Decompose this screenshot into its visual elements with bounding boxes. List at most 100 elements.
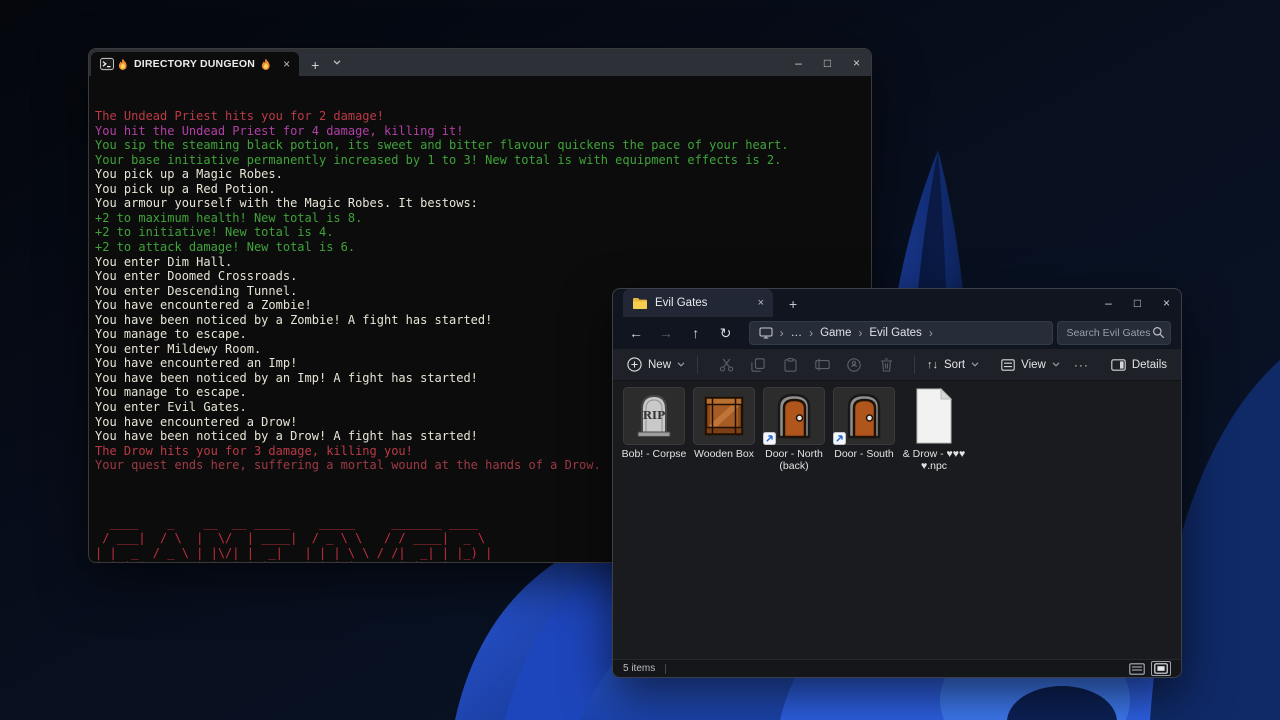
terminal-line: You enter Doomed Crossroads. xyxy=(95,269,871,284)
explorer-titlebar[interactable]: Evil Gates × + – □ × xyxy=(613,289,1181,317)
tab-close-icon[interactable]: × xyxy=(758,297,764,309)
terminal-line: You enter Dim Hall. xyxy=(95,255,871,270)
file-item-label: Door - South xyxy=(834,448,894,460)
new-button-label: New xyxy=(648,359,671,371)
large-icons-view-toggle[interactable] xyxy=(1151,661,1171,676)
terminal-line: Your base initiative permanently increas… xyxy=(95,153,871,168)
paste-icon[interactable] xyxy=(778,358,802,372)
sort-icon: ↑↓ xyxy=(927,359,938,371)
terminal-line: +2 to maximum health! New total is 8. xyxy=(95,211,871,226)
file-icon xyxy=(903,387,965,445)
svg-text:RIP: RIP xyxy=(643,409,666,422)
file-item[interactable]: RIP Bob! - Corpse xyxy=(621,387,687,460)
up-button[interactable]: ↑ xyxy=(683,325,709,341)
terminal-line: You armour yourself with the Magic Robes… xyxy=(95,196,871,211)
new-tab-button[interactable]: + xyxy=(311,57,319,73)
toolbar-divider xyxy=(697,356,698,374)
tab-close-icon[interactable]: × xyxy=(283,57,290,71)
cut-icon[interactable] xyxy=(714,358,738,372)
address-bar[interactable]: › … › Game › Evil Gates › xyxy=(749,321,1054,345)
terminal-app-icon xyxy=(100,57,114,71)
details-pane-button[interactable]: Details xyxy=(1111,359,1167,371)
folder-icon xyxy=(632,297,648,310)
explorer-navigation-bar: ← → ↑ ↻ › … › Game › Evil Gates › xyxy=(613,317,1181,349)
minimize-button[interactable]: – xyxy=(1094,289,1123,317)
breadcrumb-chevron: › xyxy=(809,326,813,340)
tab-dropdown-button[interactable] xyxy=(333,52,341,70)
chevron-down-icon xyxy=(677,362,685,367)
view-icon xyxy=(1001,359,1015,371)
terminal-line: +2 to initiative! New total is 4. xyxy=(95,225,871,240)
details-button-label: Details xyxy=(1132,359,1167,371)
breadcrumb-chevron: › xyxy=(780,326,784,340)
chevron-down-icon xyxy=(1052,362,1060,367)
this-pc-icon xyxy=(759,327,773,339)
terminal-tab-title: DIRECTORY DUNGEON xyxy=(134,58,255,70)
file-item[interactable]: Door - North(back) xyxy=(761,387,827,472)
new-plus-icon xyxy=(627,357,642,372)
file-item[interactable]: & Drow - ♥♥♥♥.npc xyxy=(901,387,967,472)
explorer-status-bar: 5 items xyxy=(613,659,1181,677)
desktop: DIRECTORY DUNGEON × + – □ × The Undead P… xyxy=(0,0,1280,720)
breadcrumb-segment-evil-gates[interactable]: Evil Gates xyxy=(869,327,921,339)
explorer-tab[interactable]: Evil Gates × xyxy=(623,289,773,317)
explorer-command-bar: New ↑↓ So xyxy=(613,349,1181,381)
breadcrumb-chevron: › xyxy=(858,326,862,340)
flame-icon xyxy=(118,58,128,71)
terminal-line: You hit the Undead Priest for 4 damage, … xyxy=(95,124,871,139)
explorer-tab-title: Evil Gates xyxy=(655,297,751,309)
terminal-line: You pick up a Magic Robes. xyxy=(95,167,871,182)
item-count: 5 items xyxy=(623,663,655,674)
forward-button[interactable]: → xyxy=(653,325,679,341)
new-button[interactable]: New xyxy=(627,357,685,372)
search-box xyxy=(1057,321,1171,345)
breadcrumb-chevron: › xyxy=(929,326,933,340)
file-item-label: Bob! - Corpse xyxy=(622,448,687,460)
breadcrumb-segment-game[interactable]: Game xyxy=(820,327,851,339)
minimize-button[interactable]: – xyxy=(784,49,813,76)
file-items-row[interactable]: RIP Bob! - Corpse Wooden Box Door - North(b… xyxy=(613,381,1181,659)
terminal-line: You sip the steaming black potion, its s… xyxy=(95,138,871,153)
details-pane-icon xyxy=(1111,359,1126,371)
back-button[interactable]: ← xyxy=(623,325,649,341)
sort-button[interactable]: ↑↓ Sort xyxy=(927,359,979,371)
close-button[interactable]: × xyxy=(842,49,871,76)
details-view-toggle[interactable] xyxy=(1127,661,1147,676)
breadcrumb-ellipsis[interactable]: … xyxy=(791,327,803,339)
new-tab-button[interactable]: + xyxy=(789,296,797,312)
flame-icon xyxy=(261,58,271,71)
crate-icon xyxy=(693,387,755,445)
rename-icon[interactable] xyxy=(810,358,834,371)
tombstone-icon: RIP xyxy=(623,387,685,445)
copy-icon[interactable] xyxy=(746,358,770,372)
status-divider xyxy=(665,664,666,674)
close-button[interactable]: × xyxy=(1152,289,1181,317)
file-item[interactable]: Door - South xyxy=(831,387,897,460)
door-icon xyxy=(763,387,825,445)
maximize-button[interactable]: □ xyxy=(813,49,842,76)
file-item-label: Wooden Box xyxy=(694,448,754,460)
terminal-line: The Undead Priest hits you for 2 damage! xyxy=(95,109,871,124)
more-options-button[interactable]: ··· xyxy=(1074,358,1089,372)
shortcut-overlay-icon xyxy=(833,432,846,445)
terminal-titlebar[interactable]: DIRECTORY DUNGEON × + – □ × xyxy=(89,49,871,76)
search-icon xyxy=(1152,326,1165,339)
file-item-label: & Drow - ♥♥♥♥.npc xyxy=(903,448,965,472)
refresh-button[interactable]: ↻ xyxy=(713,325,739,342)
share-icon[interactable] xyxy=(842,358,866,372)
view-button-label: View xyxy=(1021,359,1046,371)
terminal-line: You pick up a Red Potion. xyxy=(95,182,871,197)
toolbar-divider xyxy=(914,356,915,374)
delete-icon[interactable] xyxy=(874,358,898,372)
view-button[interactable]: View xyxy=(1001,359,1060,371)
file-explorer-window: Evil Gates × + – □ × ← → ↑ ↻ › … › Gam xyxy=(612,288,1182,678)
file-item[interactable]: Wooden Box xyxy=(691,387,757,460)
terminal-line: +2 to attack damage! New total is 6. xyxy=(95,240,871,255)
shortcut-overlay-icon xyxy=(763,432,776,445)
file-item-label: Door - North(back) xyxy=(765,448,823,472)
chevron-down-icon xyxy=(971,362,979,367)
maximize-button[interactable]: □ xyxy=(1123,289,1152,317)
terminal-tab[interactable]: DIRECTORY DUNGEON × xyxy=(91,52,299,76)
sort-button-label: Sort xyxy=(944,359,965,371)
door-icon xyxy=(833,387,895,445)
